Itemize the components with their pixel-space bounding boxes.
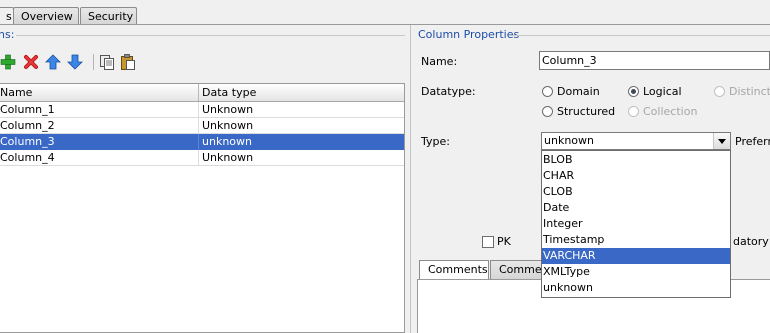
radio-structured[interactable] (542, 106, 553, 117)
column-name-cell: Column_1 (0, 103, 55, 116)
radio-logical[interactable] (628, 86, 639, 97)
header-data-type[interactable]: Data type (202, 84, 256, 101)
type-option[interactable]: BLOB (542, 152, 730, 168)
copy-icon (100, 55, 114, 70)
tab-comments[interactable]: Comments (419, 260, 489, 279)
radio-collection (628, 106, 639, 117)
chevron-down-icon[interactable] (713, 133, 730, 149)
data-type-cell: Unknown (202, 103, 254, 116)
cell-divider (198, 134, 199, 150)
column-properties-label: Column Properties (418, 28, 520, 41)
columns-group-border (16, 35, 405, 36)
radio-structured-label: Structured (557, 105, 616, 118)
type-combobox-value: unknown (544, 134, 594, 147)
table-row[interactable]: Column_1 Unknown (0, 102, 404, 118)
tab-comments-2-label: Comme (499, 263, 542, 276)
add-icon (0, 54, 16, 70)
name-field[interactable]: Column_3 (539, 51, 770, 70)
type-label: Type: (421, 135, 450, 148)
tab-overview[interactable]: Overview (13, 7, 79, 24)
move-up-button[interactable] (45, 53, 61, 71)
paste-icon (121, 54, 135, 70)
columns-group-label: ns: (0, 28, 15, 41)
radio-domain[interactable] (542, 86, 553, 97)
header-divider (198, 84, 199, 101)
cell-divider (198, 150, 199, 166)
type-option[interactable]: XMLType (542, 264, 730, 280)
table-row-selected[interactable]: Column_3 unknown (0, 134, 404, 150)
add-column-button[interactable] (0, 53, 16, 71)
tab-columns[interactable]: s (0, 7, 14, 25)
header-name[interactable]: Name (0, 84, 32, 101)
type-option-highlighted[interactable]: VARCHAR (542, 248, 730, 264)
type-option[interactable]: Integer (542, 216, 730, 232)
tab-security-label: Security (88, 10, 134, 23)
paste-button[interactable] (120, 53, 136, 71)
mandatory-label: datory (733, 235, 769, 248)
delete-column-button[interactable] (23, 53, 39, 71)
move-down-button[interactable] (67, 53, 83, 71)
data-type-cell: Unknown (202, 119, 254, 132)
tab-overview-label: Overview (21, 10, 73, 23)
cell-divider (198, 118, 199, 134)
datatype-label: Datatype: (421, 85, 476, 98)
table-header: Name Data type (0, 84, 404, 102)
table-row[interactable]: Column_2 Unknown (0, 118, 404, 134)
type-dropdown-list[interactable]: BLOB CHAR CLOB Date Integer Timestamp VA… (541, 150, 731, 298)
column-properties-border (512, 35, 770, 36)
type-option[interactable]: unknown (542, 280, 730, 296)
type-combobox[interactable]: unknown (541, 132, 731, 150)
name-field-value: Column_3 (542, 54, 597, 67)
type-option[interactable]: Date (542, 200, 730, 216)
columns-table: Name Data type Column_1 Unknown Column_2… (0, 83, 405, 333)
radio-distinct-label: Distinct (729, 85, 770, 98)
tab-security[interactable]: Security (80, 7, 137, 24)
type-option[interactable]: Timestamp (542, 232, 730, 248)
copy-button[interactable] (99, 53, 115, 71)
radio-logical-label: Logical (643, 85, 682, 98)
data-type-cell: unknown (202, 135, 252, 148)
type-option[interactable]: CLOB (542, 184, 730, 200)
move-up-icon (45, 54, 61, 70)
pk-checkbox[interactable] (482, 236, 494, 248)
type-option[interactable]: CHAR (542, 168, 730, 184)
toolbar-separator (93, 54, 94, 70)
tab-columns-label: s (6, 10, 12, 23)
move-down-icon (67, 54, 83, 70)
preferred-label: Preferr (735, 135, 770, 148)
data-type-cell: Unknown (202, 151, 254, 164)
cell-divider (198, 102, 199, 118)
radio-collection-label: Collection (643, 105, 698, 118)
radio-domain-label: Domain (557, 85, 600, 98)
delete-icon (24, 55, 38, 69)
tab-comments-label: Comments (428, 263, 488, 276)
column-name-cell: Column_2 (0, 119, 55, 132)
splitter[interactable] (410, 25, 411, 333)
radio-distinct (714, 86, 725, 97)
column-name-cell: Column_3 (0, 135, 55, 148)
tab-bar-border (0, 24, 770, 25)
name-label: Name: (421, 55, 458, 68)
column-name-cell: Column_4 (0, 151, 55, 164)
pk-label: PK (497, 235, 511, 248)
table-row[interactable]: Column_4 Unknown (0, 150, 404, 166)
radio-selected-dot (631, 89, 636, 94)
